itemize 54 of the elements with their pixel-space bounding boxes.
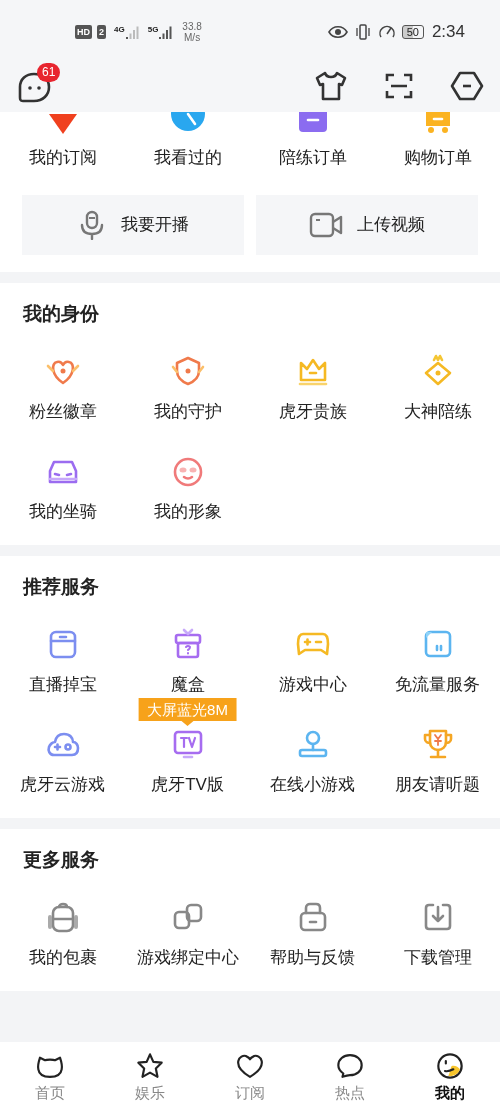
clock-time: 2:34	[431, 21, 465, 44]
order-shortcut[interactable]: 我看过的	[153, 146, 222, 170]
nav-tab[interactable]: 热点	[300, 1051, 400, 1111]
star-icon	[135, 1051, 165, 1081]
promo-tooltip: 大屏蓝光8M	[138, 698, 237, 726]
signal-icon	[125, 25, 140, 39]
section-title: 我的身份	[22, 302, 100, 326]
nav-tab[interactable]: 娱乐	[100, 1051, 200, 1111]
unread-badge: 61	[37, 63, 61, 82]
order-shortcut[interactable]: 购物订单	[403, 146, 472, 170]
network-badge: HD	[75, 25, 92, 39]
service-item[interactable]: 魔盒	[170, 673, 205, 697]
service-item[interactable]: 朋友请听题	[395, 773, 480, 797]
network-type: 5G	[147, 25, 159, 35]
nav-tab[interactable]: 首页	[0, 1051, 100, 1111]
speedometer-icon	[377, 24, 396, 40]
section-title: 更多服务	[22, 848, 100, 872]
service-item[interactable]: 虎牙云游戏	[20, 773, 105, 797]
speed-value: 33.8	[182, 21, 202, 32]
service-item[interactable]: 免流量服务	[395, 673, 480, 697]
service-item[interactable]: 游戏中心	[278, 673, 347, 697]
order-shortcut[interactable]: 我的订阅	[28, 146, 97, 170]
service-item[interactable]: 大神陪练	[403, 400, 472, 424]
service-item[interactable]: 在线小游戏	[270, 773, 355, 797]
video-camera-icon	[309, 211, 343, 239]
network-badge: 2	[97, 25, 106, 39]
signal-icon	[159, 25, 174, 39]
service-item[interactable]: 游戏绑定中心	[136, 946, 239, 970]
action-button[interactable]: 我要开播	[22, 195, 244, 255]
service-item[interactable]: 我的坐骑	[28, 500, 97, 524]
network-type: 4G	[114, 25, 125, 35]
nav-tab[interactable]: 订阅	[200, 1051, 300, 1111]
service-item[interactable]: 直播掉宝	[28, 673, 97, 697]
speed-unit: M/s	[184, 32, 201, 43]
action-button[interactable]: 上传视频	[256, 195, 478, 255]
smiley-icon	[435, 1051, 465, 1081]
eye-icon	[327, 25, 348, 39]
service-item[interactable]: 我的守护	[153, 400, 222, 424]
scan-icon[interactable]	[384, 71, 414, 101]
service-item[interactable]: 虎牙贵族	[278, 400, 347, 424]
settings-icon[interactable]	[450, 70, 484, 102]
service-item[interactable]: 我的形象	[153, 500, 222, 524]
battery-level: 50	[401, 25, 424, 39]
service-item[interactable]: 下载管理	[403, 946, 472, 970]
service-item[interactable]: 粉丝徽章	[28, 400, 97, 424]
section-title: 推荐服务	[21, 575, 100, 599]
service-item[interactable]: 我的包裹	[28, 946, 97, 970]
vibrate-icon	[353, 24, 372, 40]
chat-bubble-icon	[335, 1051, 365, 1081]
shirt-icon[interactable]	[314, 70, 348, 102]
nav-tab[interactable]: 我的	[400, 1051, 500, 1111]
service-item[interactable]: 虎牙TV版	[151, 773, 224, 797]
service-item[interactable]: 帮助与反馈	[270, 946, 355, 970]
order-shortcut[interactable]: 陪练订单	[278, 146, 347, 170]
